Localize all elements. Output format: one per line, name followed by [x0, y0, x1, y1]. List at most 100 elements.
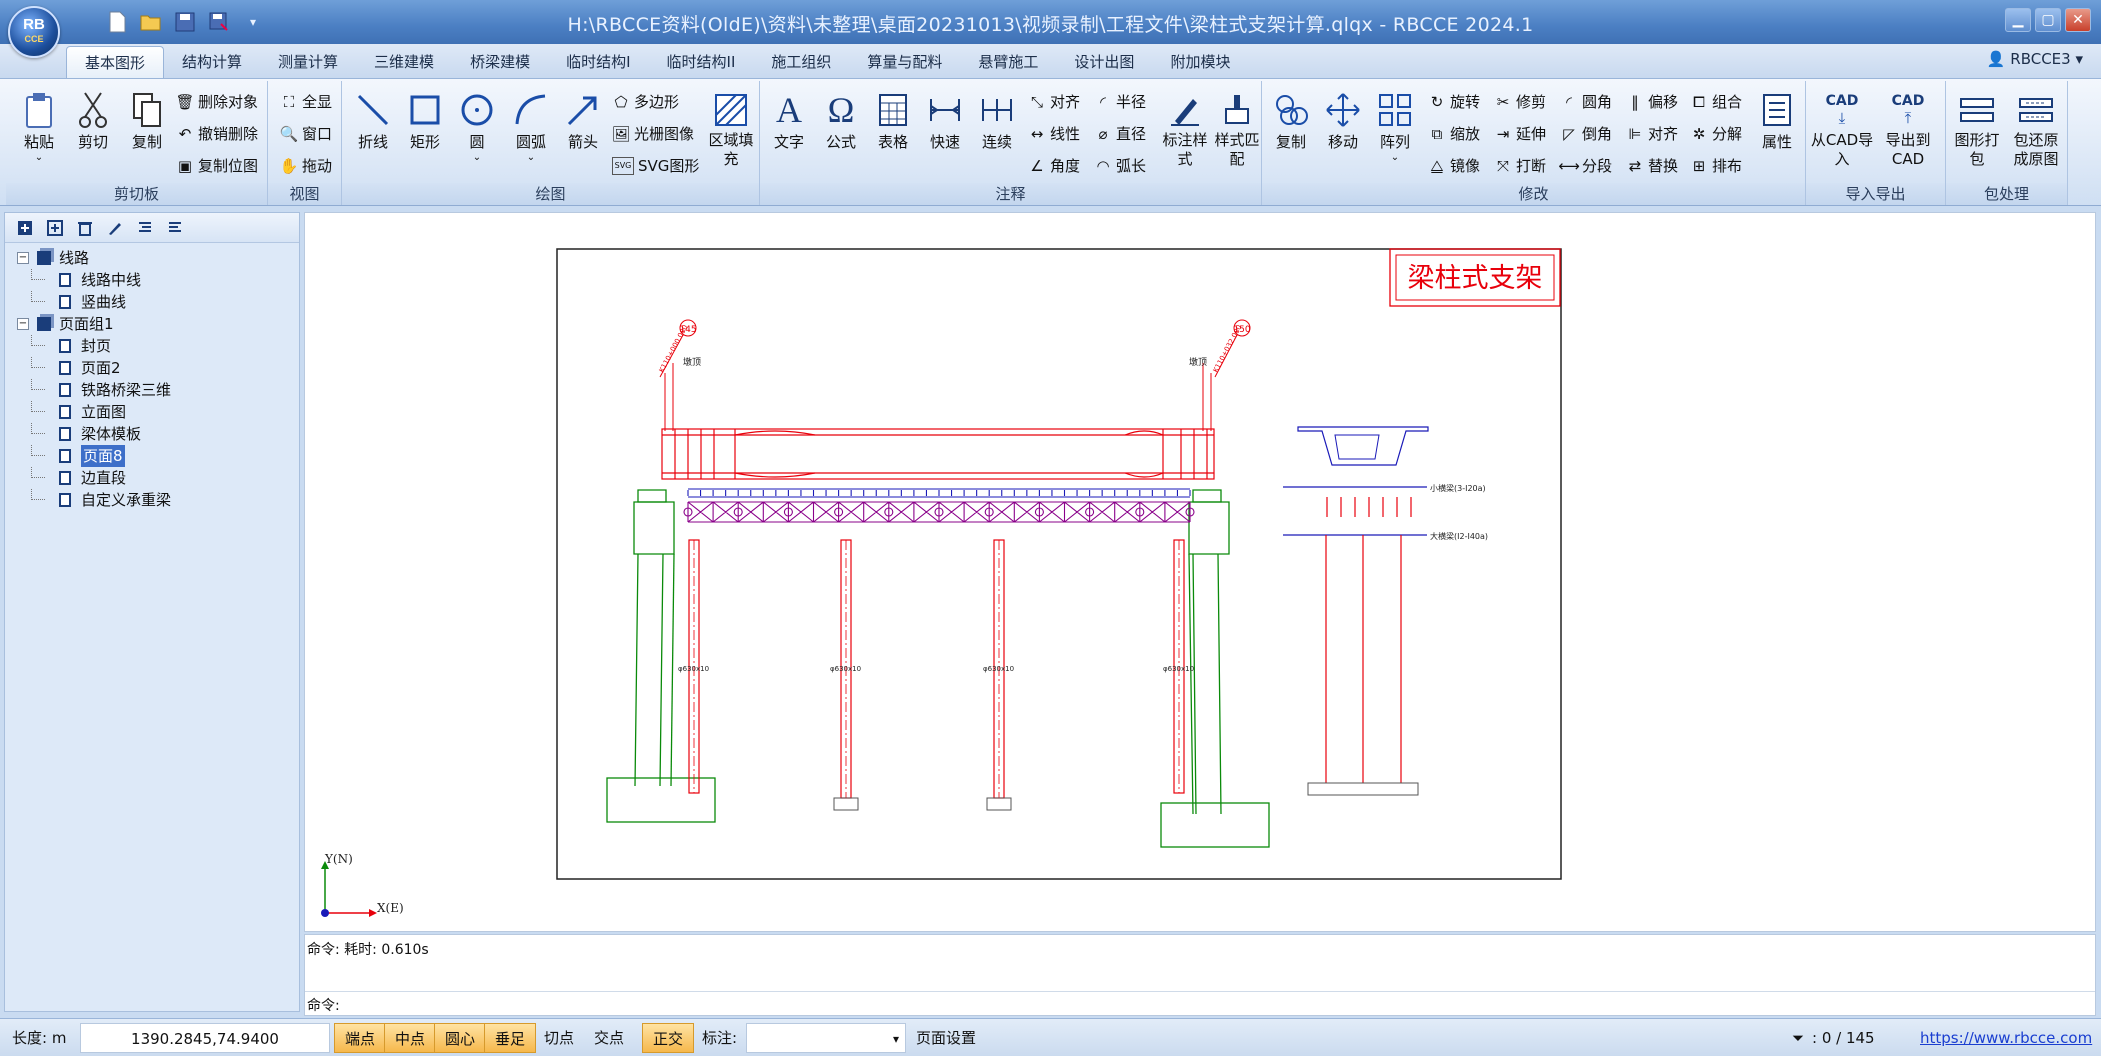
chamfer-button[interactable]: ◸ 倒角	[1560, 119, 1612, 149]
tree-node[interactable]: 封页	[5, 335, 299, 357]
osnap-5[interactable]: 交点	[584, 1023, 634, 1053]
polyline-button[interactable]: 折线	[348, 89, 398, 152]
export-cad-button[interactable]: CAD ⤒ 导出到CAD	[1876, 89, 1940, 169]
group-button[interactable]: ⧠ 组合	[1690, 87, 1742, 117]
tab-3[interactable]: 三维建模	[356, 46, 452, 78]
copy-bitmap-button[interactable]: ▣ 复制位图	[176, 151, 258, 181]
tab-8[interactable]: 算量与配料	[849, 46, 960, 78]
tree-node[interactable]: − 线路	[5, 247, 299, 269]
arc-button[interactable]: 圆弧 ⌄	[506, 89, 556, 163]
aligned-dim-button[interactable]: ⤡ 对齐	[1028, 87, 1080, 117]
add-page-icon[interactable]	[15, 218, 35, 238]
copy-button[interactable]: 复制	[122, 89, 172, 152]
offset-button[interactable]: ‖ 偏移	[1626, 87, 1678, 117]
osnap-6[interactable]: 正交	[642, 1023, 695, 1053]
tree-node[interactable]: 立面图	[5, 401, 299, 423]
angle-dim-button[interactable]: ∠ 角度	[1028, 151, 1080, 181]
svg-button[interactable]: SVG SVG图形	[612, 151, 699, 181]
delete-object-button[interactable]: 🗑 删除对象	[175, 87, 258, 117]
tree-node[interactable]: 线路中线	[5, 269, 299, 291]
filter-icon[interactable]: ⏷	[1792, 1023, 1804, 1053]
delete-page-icon[interactable]	[75, 218, 95, 238]
tab-6[interactable]: 临时结构II	[649, 46, 754, 78]
continuous-dim-button[interactable]: 连续	[972, 89, 1022, 152]
user-menu[interactable]: 👤 RBCCE3 ▾	[1987, 50, 2083, 68]
tab-7[interactable]: 施工组织	[753, 46, 849, 78]
extend-button[interactable]: ⇥ 延伸	[1494, 119, 1546, 149]
command-input[interactable]	[347, 993, 2087, 1013]
rotate-button[interactable]: ↻ 旋转	[1428, 87, 1480, 117]
trim-button[interactable]: ✂ 修剪	[1494, 87, 1546, 117]
copy-object-button[interactable]: 复制	[1266, 89, 1316, 152]
tree-node[interactable]: 梁体模板	[5, 423, 299, 445]
tree-node[interactable]: 边直段	[5, 467, 299, 489]
tab-9[interactable]: 悬臂施工	[960, 46, 1056, 78]
polygon-button[interactable]: ⬠ 多边形	[612, 87, 679, 117]
osnap-4[interactable]: 切点	[534, 1023, 584, 1053]
website-link[interactable]: https://www.rbcce.com	[1920, 1023, 2092, 1053]
dim-style-button[interactable]: 标注样式	[1160, 89, 1210, 169]
align-button[interactable]: ⊫ 对齐	[1626, 119, 1678, 149]
raster-image-button[interactable]: 🖼 光栅图像	[611, 119, 694, 149]
mirror-button[interactable]: ⧋ 镜像	[1428, 151, 1480, 181]
osnap-1[interactable]: 中点	[384, 1023, 437, 1053]
tab-1[interactable]: 结构计算	[164, 46, 260, 78]
linear-dim-button[interactable]: ↔ 线性	[1028, 119, 1080, 149]
zoom-window-button[interactable]: 🔍 窗口	[280, 119, 332, 149]
tree-node[interactable]: 页面2	[5, 357, 299, 379]
radius-dim-button[interactable]: ◜ 半径	[1094, 87, 1146, 117]
tab-11[interactable]: 附加模块	[1152, 46, 1248, 78]
tree-node[interactable]: − 页面组1	[5, 313, 299, 335]
drawing-canvas[interactable]: 梁柱式支架 145 150 墩顶 墩顶 K110+000.000 K110+03…	[304, 212, 2096, 932]
add-group-icon[interactable]	[45, 218, 65, 238]
expand-toggle-icon[interactable]: −	[17, 318, 29, 330]
style-match-button[interactable]: 样式匹配	[1212, 89, 1262, 169]
unpack-button[interactable]: 包还原成原图	[2008, 89, 2064, 169]
expand-toggle-icon[interactable]: −	[17, 252, 29, 264]
cut-button[interactable]: 剪切	[68, 89, 118, 152]
rename-icon[interactable]	[105, 218, 125, 238]
arrow-button[interactable]: 箭头	[558, 89, 608, 152]
zoom-extents-button[interactable]: ⛶ 全显	[280, 87, 332, 117]
import-cad-button[interactable]: CAD ⤓ 从CAD导入	[1810, 89, 1874, 169]
tree-node[interactable]: 竖曲线	[5, 291, 299, 313]
maximize-button[interactable]: ▢	[2035, 8, 2061, 32]
divide-button[interactable]: ⟷ 分段	[1558, 151, 1612, 181]
pan-button[interactable]: ✋ 拖动	[280, 151, 332, 181]
osnap-2[interactable]: 圆心	[434, 1023, 487, 1053]
minimize-button[interactable]: ▁	[2005, 8, 2031, 32]
circle-button[interactable]: 圆 ⌄	[452, 89, 502, 163]
close-button[interactable]: ✕	[2065, 8, 2091, 32]
osnap-3[interactable]: 垂足	[484, 1023, 537, 1053]
break-button[interactable]: ⤧ 打断	[1494, 151, 1546, 181]
tree-node[interactable]: 铁路桥梁三维	[5, 379, 299, 401]
paste-button[interactable]: 粘贴 ⌄	[14, 89, 64, 163]
quick-dim-button[interactable]: 快速	[920, 89, 970, 152]
annotation-select[interactable]: ▾	[746, 1023, 906, 1053]
tab-10[interactable]: 设计出图	[1056, 46, 1152, 78]
osnap-0[interactable]: 端点	[334, 1023, 387, 1053]
tab-5[interactable]: 临时结构I	[548, 46, 648, 78]
formula-button[interactable]: Ω 公式	[816, 89, 866, 152]
fillet-button[interactable]: ◜ 圆角	[1560, 87, 1612, 117]
pack-button[interactable]: 图形打包	[1950, 89, 2004, 169]
table-button[interactable]: 表格	[868, 89, 918, 152]
properties-button[interactable]: 属性	[1752, 89, 1802, 152]
tab-2[interactable]: 测量计算	[260, 46, 356, 78]
array-button[interactable]: 阵列 ⌄	[1370, 89, 1420, 163]
replace-button[interactable]: ⇄ 替换	[1626, 151, 1678, 181]
tree-node[interactable]: 自定义承重梁	[5, 489, 299, 511]
region-fill-button[interactable]: 区域填充	[706, 89, 756, 169]
order-button[interactable]: ⊞ 排布	[1690, 151, 1742, 181]
move-button[interactable]: 移动	[1318, 89, 1368, 152]
diameter-dim-button[interactable]: ⌀ 直径	[1094, 119, 1146, 149]
app-logo[interactable]: RB CCE	[8, 6, 60, 58]
page-setup-button[interactable]: 页面设置	[916, 1023, 976, 1053]
text-button[interactable]: A 文字	[764, 89, 814, 152]
explode-button[interactable]: ✲ 分解	[1690, 119, 1742, 149]
arclen-dim-button[interactable]: ◠ 弧长	[1094, 151, 1146, 181]
undo-delete-button[interactable]: ↶ 撤销删除	[176, 119, 258, 149]
scale-button[interactable]: ⧉ 缩放	[1428, 119, 1480, 149]
tree-node[interactable]: 页面8	[5, 445, 299, 467]
tab-0[interactable]: 基本图形	[66, 46, 165, 78]
